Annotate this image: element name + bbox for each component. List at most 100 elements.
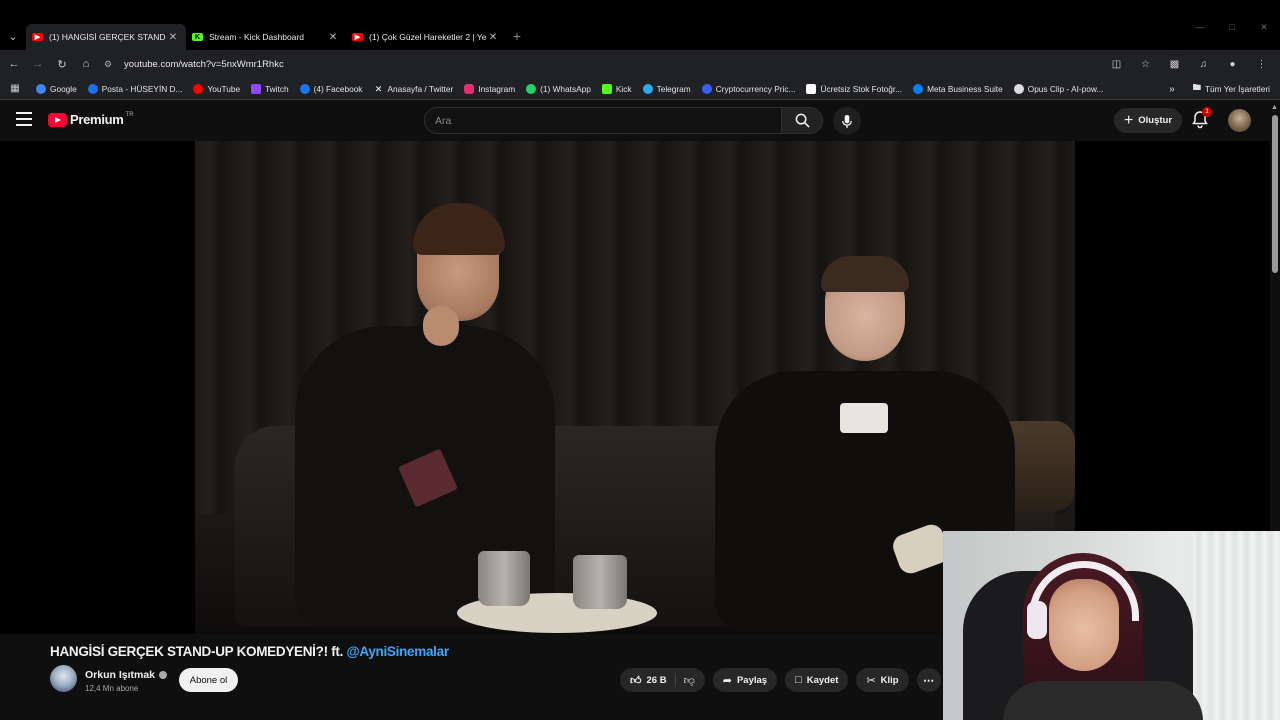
reload-icon[interactable]: ↻ [50,58,74,71]
bookmark-posta[interactable]: Posta - HÜSEYİN D... [87,83,183,94]
share-button[interactable]: ➦ Paylaş [712,668,778,692]
bookmark-twitter[interactable]: ✕ Anasayfa / Twitter [373,84,454,94]
twitch-icon [251,83,262,94]
account-avatar[interactable] [1228,109,1251,132]
notification-badge: 1 [1202,107,1212,117]
menu-kebab-icon[interactable]: ⋮ [1247,59,1276,70]
close-tab-icon[interactable]: ✕ [166,32,180,43]
site-settings-icon[interactable]: ⚙ [104,59,118,70]
subscribe-button[interactable]: Abone ol [179,668,238,692]
subscriber-count: 12,4 Mn abone [85,684,139,693]
youtube-icon: ▶ [32,33,43,41]
voice-search-button[interactable] [833,107,861,135]
tab-youtube-video[interactable]: ▶ (1) HANGİSİ GERÇEK STAND-U ✕ [26,24,186,50]
like-button[interactable]: 👍︎ 26 B [620,673,676,687]
tab-youtube-other[interactable]: ▶ (1) Çok Güzel Hareketler 2 | Yer ✕ [346,24,506,50]
bookmark-star-icon[interactable]: ☆ [1131,59,1160,70]
streamer-shirt [1003,681,1203,720]
profile-icon[interactable]: ● [1218,59,1247,70]
share-arrow-icon: ➦ [722,674,732,687]
hamburger-menu-icon[interactable] [16,112,32,126]
channel-avatar[interactable] [50,665,77,692]
webcam-curtain [1193,531,1280,720]
webcam-overlay [943,531,1280,720]
create-button[interactable]: + Oluştur [1114,108,1182,133]
youtube-icon [193,83,204,94]
install-app-icon[interactable]: ◫ [1102,59,1131,70]
bookmark-opus[interactable]: Opus Clip - AI-pow... [1013,83,1104,94]
bookmark-label: Kick [615,83,632,94]
bookmark-label: Opus Clip - AI-pow... [1027,83,1104,94]
bookmark-google[interactable]: Google [36,83,77,94]
create-label: Oluştur [1138,115,1173,126]
kick-icon: K [192,33,203,41]
video-actions: 👍︎ 26 B 👎︎ ➦ Paylaş □ Kaydet ✂ Klip ⋯ [620,668,941,692]
bookmark-instagram[interactable]: Instagram [464,83,515,94]
extensions-icon[interactable]: ▩ [1160,59,1189,70]
save-button[interactable]: □ Kaydet [785,668,849,692]
more-actions-button[interactable]: ⋯ [916,668,941,692]
bookmarks-bar: ▦ Google Posta - HÜSEYİN D... YouTube Tw… [0,78,1280,100]
media-controls-icon[interactable]: ♫ [1189,59,1218,70]
search-input[interactable]: Ara [424,107,782,134]
telegram-icon [642,83,653,94]
back-icon[interactable]: ← [2,58,26,70]
maximize-icon[interactable]: □ [1216,22,1248,33]
thumbs-up-icon: 👍︎ [630,674,642,687]
forward-icon[interactable]: → [26,58,50,70]
tab-title: (1) HANGİSİ GERÇEK STAND-U [49,32,166,42]
channel-mention-link[interactable]: @AyniSinemalar [347,644,450,659]
bookmark-whatsapp[interactable]: (1) WhatsApp [526,83,591,94]
kick-icon [601,83,612,94]
close-window-icon[interactable]: ✕ [1248,22,1280,33]
dislike-button[interactable]: 👎︎ [676,674,705,687]
apps-grid-icon[interactable]: ▦ [2,83,28,94]
all-bookmarks-link[interactable]: Tüm Yer İşaretleri [1205,84,1270,94]
close-tab-icon[interactable]: ✕ [326,32,340,43]
person-right-hair [821,256,909,292]
bookmark-meta[interactable]: Meta Business Suite [913,83,1003,94]
instagram-icon [464,83,475,94]
more-bookmarks-chevron-icon[interactable]: » [1169,84,1175,95]
tab-kick-dashboard[interactable]: K Stream - Kick Dashboard ✕ [186,24,346,50]
like-count: 26 B [646,674,667,686]
new-tab-button[interactable]: + [506,28,528,44]
minimize-icon[interactable]: — [1184,22,1216,33]
address-bar[interactable]: ⚙ youtube.com/watch?v=5nxWmr1Rhkc [104,53,1164,75]
save-label: Kaydet [806,674,839,686]
bookmark-crypto[interactable]: Cryptocurrency Pric... [701,83,795,94]
bookmark-label: Posta - HÜSEYİN D... [101,83,183,94]
window-controls: — □ ✕ [1184,22,1280,33]
meta-icon [913,83,924,94]
scroll-up-arrow-icon[interactable]: ▲ [1271,104,1278,111]
bookmark-twitch[interactable]: Twitch [251,83,289,94]
bookmark-stock-photos[interactable]: Ücretsiz Stok Fotoğr... [806,83,902,94]
close-tab-icon[interactable]: ✕ [486,32,500,43]
scissors-icon: ✂ [866,674,876,687]
whatsapp-icon [526,83,537,94]
tab-search-chevron-icon[interactable]: ⌄ [0,22,26,50]
home-icon[interactable]: ⌂ [74,58,98,70]
video-title: HANGİSİ GERÇEK STAND-UP KOMEDYENİ?! ft. … [50,644,449,659]
bookmark-kick[interactable]: Kick [601,83,632,94]
bookmark-facebook[interactable]: (4) Facebook [299,83,363,94]
person-left-hand [423,306,459,346]
channel-name-text: Orkun Işıtmak [85,669,156,681]
search-button[interactable] [781,107,823,134]
opus-clip-icon [1013,83,1024,94]
bookmark-label: Twitch [265,83,289,94]
youtube-premium-logo[interactable]: Premium TR [48,112,134,127]
folder-icon: 🖿 [1192,82,1201,92]
scrollbar-thumb[interactable] [1272,115,1278,273]
notifications-button[interactable]: 1 [1190,107,1212,131]
browser-toolbar: ← → ↻ ⌂ ⚙ youtube.com/watch?v=5nxWmr1Rhk… [0,50,1280,78]
tab-strip: ⌄ ▶ (1) HANGİSİ GERÇEK STAND-U ✕ K Strea… [0,22,528,50]
bookmark-telegram[interactable]: Telegram [642,83,691,94]
channel-name[interactable]: Orkun Işıtmak [85,669,168,681]
thumbs-down-icon: 👎︎ [683,674,695,687]
bookmark-label: (4) Facebook [313,83,363,94]
bookmark-youtube[interactable]: YouTube [193,83,240,94]
clip-button[interactable]: ✂ Klip [856,668,909,692]
region-code: TR [125,111,134,118]
facebook-icon [299,83,310,94]
